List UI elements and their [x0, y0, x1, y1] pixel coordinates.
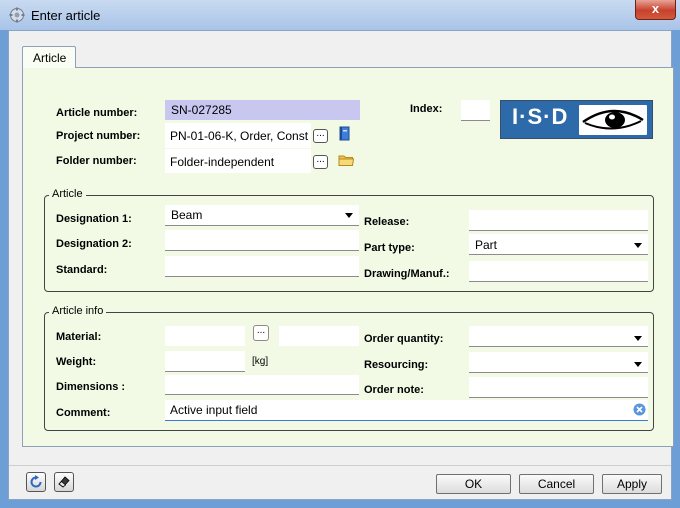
designation1-label: Designation 1: [56, 213, 132, 225]
material-field[interactable] [165, 326, 245, 346]
footer-divider [9, 465, 671, 466]
order-quantity-label: Order quantity: [364, 333, 444, 345]
part-type-value: Part [475, 238, 498, 252]
drawing-manuf-field[interactable] [469, 261, 648, 282]
resourcing-dropdown[interactable] [469, 352, 648, 373]
order-note-field[interactable] [469, 377, 648, 398]
project-number-value: PN-01-06-K, Order, Const [170, 129, 309, 143]
weight-field[interactable] [165, 351, 245, 372]
app-icon [9, 7, 25, 23]
article-group-title: Article [49, 188, 86, 200]
material-extra-field[interactable] [279, 326, 359, 346]
tab-article-label: Article [33, 51, 67, 65]
article-number-field[interactable]: SN-027285 [165, 100, 360, 120]
chevron-down-icon [634, 336, 642, 341]
release-label: Release: [364, 216, 410, 228]
close-button[interactable]: x [635, 0, 676, 20]
article-info-group-title: Article info [49, 305, 107, 317]
close-icon: x [651, 1, 660, 16]
folder-number-browse-button[interactable]: ... [313, 155, 328, 169]
weight-unit: [kg] [252, 356, 269, 367]
logo-text: I·S·D [512, 104, 569, 129]
project-number-label: Project number: [56, 130, 141, 142]
material-browse-button[interactable]: ... [253, 325, 269, 341]
weight-label: Weight: [56, 356, 97, 368]
folder-number-value: Folder-independent [170, 155, 275, 169]
chevron-down-icon [345, 213, 353, 218]
standard-label: Standard: [56, 264, 108, 276]
book-icon[interactable] [338, 126, 352, 142]
dimensions-field[interactable] [165, 375, 359, 395]
part-type-dropdown[interactable]: Part [469, 234, 648, 255]
order-note-label: Order note: [364, 384, 424, 396]
title-bar[interactable]: Enter article x [0, 0, 680, 30]
dialog-window: Enter article x Article Article number: … [0, 0, 680, 508]
comment-value: Active input field [170, 403, 258, 417]
material-label: Material: [56, 331, 102, 343]
index-field[interactable] [461, 100, 490, 121]
resourcing-label: Resourcing: [364, 359, 429, 371]
refresh-button[interactable] [26, 472, 46, 492]
project-number-browse-button[interactable]: ... [313, 129, 328, 143]
comment-label: Comment: [56, 407, 111, 419]
designation2-label: Designation 2: [56, 238, 132, 250]
designation2-field[interactable] [165, 230, 359, 251]
release-field[interactable] [469, 210, 648, 231]
refresh-icon [30, 475, 42, 488]
folder-icon[interactable] [338, 154, 354, 167]
eraser-button[interactable] [54, 472, 74, 492]
order-quantity-dropdown[interactable] [469, 326, 648, 347]
eye-icon [579, 105, 647, 135]
chevron-down-icon [634, 243, 642, 248]
dimensions-label: Dimensions : [56, 381, 126, 393]
designation1-value: Beam [171, 208, 203, 222]
drawing-manuf-label: Drawing/Manuf.: [364, 268, 450, 280]
article-number-label: Article number: [56, 107, 138, 119]
comment-field[interactable]: Active input field [165, 400, 648, 421]
window-title: Enter article [31, 8, 101, 23]
apply-button[interactable]: Apply [602, 474, 662, 494]
eraser-icon [58, 476, 70, 488]
folder-number-field[interactable]: Folder-independent [165, 149, 311, 173]
standard-field[interactable] [165, 256, 359, 277]
part-type-label: Part type: [364, 242, 415, 254]
ok-button[interactable]: OK [436, 474, 511, 494]
folder-number-label: Folder number: [56, 155, 137, 167]
index-label: Index: [410, 103, 443, 115]
project-number-field[interactable]: PN-01-06-K, Order, Const [165, 123, 311, 148]
cancel-button[interactable]: Cancel [519, 474, 594, 494]
chevron-down-icon [634, 362, 642, 367]
designation1-dropdown[interactable]: Beam [165, 205, 359, 226]
clear-icon[interactable] [633, 403, 646, 416]
tab-article[interactable]: Article [22, 46, 76, 68]
article-number-value: SN-027285 [171, 103, 232, 117]
isd-logo: I·S·D [500, 100, 653, 139]
